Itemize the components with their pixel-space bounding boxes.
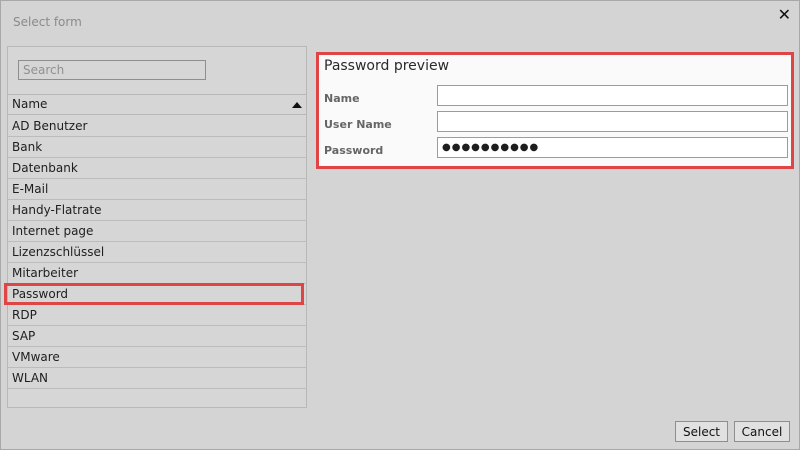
select-form-dialog: Select form ✕ Name AD Benutzer Bank Date…	[0, 0, 800, 450]
list-header-label: Name	[12, 97, 48, 111]
list-item[interactable]: WLAN	[8, 368, 306, 389]
password-field[interactable]: ●●●●●●●●●●	[437, 137, 788, 158]
select-button[interactable]: Select	[675, 421, 728, 442]
list-item[interactable]: Lizenzschlüssel	[8, 242, 306, 263]
list-item[interactable]: AD Benutzer	[8, 116, 306, 137]
list-column-header[interactable]: Name	[8, 94, 306, 115]
list-item[interactable]: E-Mail	[8, 179, 306, 200]
name-field[interactable]	[437, 85, 788, 106]
cancel-button[interactable]: Cancel	[734, 421, 790, 442]
form-list: AD Benutzer Bank Datenbank E-Mail Handy-…	[4, 116, 306, 389]
password-preview-panel: Password preview Name User Name Password…	[316, 52, 794, 169]
form-list-panel: Name AD Benutzer Bank Datenbank E-Mail H…	[4, 46, 307, 408]
preview-title: Password preview	[324, 58, 450, 74]
search-input[interactable]	[18, 60, 206, 80]
list-item[interactable]: Datenbank	[8, 158, 306, 179]
list-item[interactable]: SAP	[8, 326, 306, 347]
username-field[interactable]	[437, 111, 788, 132]
sort-ascending-icon[interactable]	[292, 102, 302, 108]
username-label: User Name	[324, 118, 392, 131]
list-item[interactable]: Bank	[8, 137, 306, 158]
close-icon[interactable]: ✕	[778, 5, 791, 24]
name-label: Name	[324, 92, 360, 105]
list-item[interactable]: Mitarbeiter	[8, 263, 306, 284]
list-item[interactable]: Handy-Flatrate	[8, 200, 306, 221]
list-item[interactable]: VMware	[8, 347, 306, 368]
list-item[interactable]: RDP	[8, 305, 306, 326]
list-item[interactable]: Internet page	[8, 221, 306, 242]
dialog-title: Select form	[13, 15, 82, 29]
list-item-selected[interactable]: Password	[4, 283, 306, 305]
password-label: Password	[324, 144, 384, 157]
